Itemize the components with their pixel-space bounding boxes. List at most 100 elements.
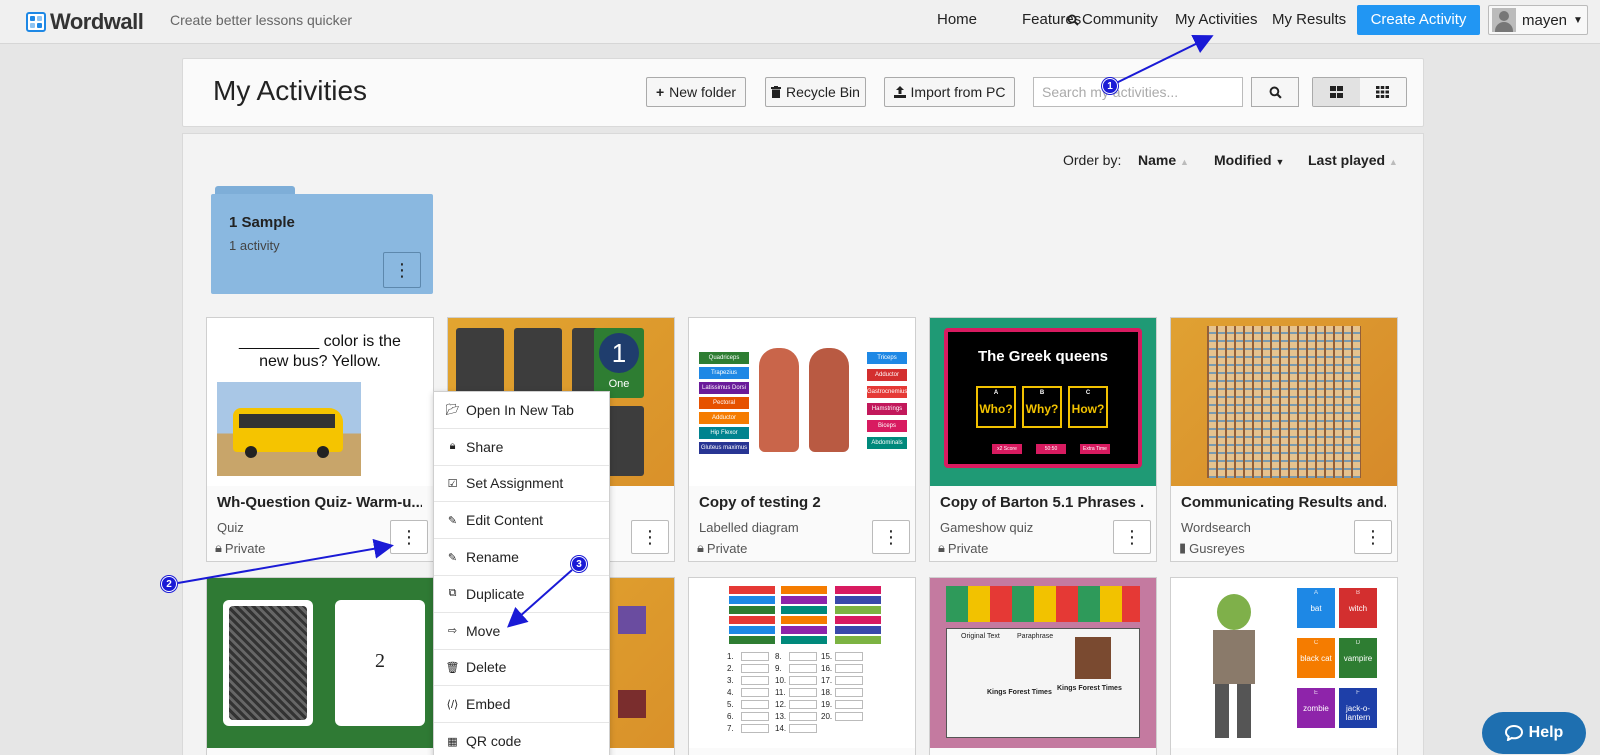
context-menu-label: Rename	[466, 549, 519, 566]
activity-card[interactable]: The Greek queens A Who? B Why? C How? x2 Scor…	[929, 317, 1157, 562]
context-menu-qr-code[interactable]: ▦ QR code	[434, 723, 609, 755]
worksheet-tile	[781, 606, 827, 614]
context-menu-set-assignment[interactable]: ☑ Set Assignment	[434, 466, 609, 503]
import-button[interactable]: Import from PC	[884, 77, 1015, 107]
answer-box	[789, 688, 817, 697]
context-menu-open-in-new-tab[interactable]: 📂︎ Open In New Tab	[434, 392, 609, 429]
nav-my-results[interactable]: My Results	[1272, 11, 1346, 28]
activity-title[interactable]: Copy of Barton 5.1 Phrases ...	[940, 494, 1145, 511]
diagram-label: Gastrocnemius	[867, 386, 907, 398]
answer-box	[789, 712, 817, 721]
large-grid-view-button[interactable]	[1313, 78, 1360, 106]
tile-word: bat	[1310, 604, 1322, 613]
activity-title[interactable]: Wh-Question Quiz- Warm-u...	[217, 494, 422, 511]
diagram-label: Trapezius	[699, 367, 749, 379]
worksheet-tile	[835, 596, 881, 604]
tile-letter: D	[1355, 640, 1361, 646]
small-grid-icon	[1376, 86, 1390, 98]
activity-title[interactable]: Communicating Results and...	[1181, 494, 1386, 511]
nav-community[interactable]: Community	[1067, 11, 1158, 28]
answer-box	[835, 700, 863, 709]
activity-card[interactable]: Original Text Paraphrase Kings Forest Ti…	[929, 577, 1157, 755]
code-icon: ⟨/⟩	[446, 698, 459, 711]
context-menu-embed[interactable]: ⟨/⟩ Embed	[434, 686, 609, 724]
qr-code-icon: ▦	[447, 735, 458, 748]
small-grid-view-button[interactable]	[1359, 78, 1406, 106]
activity-card[interactable]: _________ color is the new bus? Yellow. …	[206, 317, 434, 562]
context-menu-delete[interactable]: 🗑︎ Delete	[434, 650, 609, 687]
order-modified-label: Modified	[1214, 152, 1272, 168]
privacy-label: Private	[706, 540, 748, 556]
user-menu[interactable]: mayen ▼	[1488, 5, 1588, 35]
option-letter: B	[1039, 390, 1045, 396]
wordsearch-grid	[1207, 326, 1361, 478]
activity-menu-button[interactable]: ⋮	[390, 520, 428, 554]
activity-title[interactable]: Copy of testing 2	[699, 494, 904, 511]
activity-menu-button[interactable]: ⋮	[1113, 520, 1151, 554]
activity-type: Quiz	[217, 520, 244, 535]
wordwall-logo[interactable]: Wordwall	[26, 9, 144, 35]
worksheet-number: 15.	[821, 652, 833, 661]
new-folder-button[interactable]: + New folder	[646, 77, 746, 107]
order-by-modified[interactable]: Modified ▼	[1214, 152, 1284, 168]
card-back	[223, 600, 313, 726]
activity-menu-button[interactable]: ⋮	[872, 520, 910, 554]
diagram-label: Quadriceps	[699, 352, 749, 364]
worksheet-number: 9.	[775, 664, 782, 673]
nav-home[interactable]: Home	[937, 11, 977, 28]
activity-thumbnail	[1171, 318, 1397, 486]
activity-card[interactable]: Abat Bwitch Cblack cat Dvampire Ezombie Fjack…	[1170, 577, 1398, 755]
match-tile: Ezombie	[1297, 688, 1335, 728]
context-menu-edit-content[interactable]: ✎ Edit Content	[434, 502, 609, 540]
folder-menu-button[interactable]: ⋮	[383, 252, 421, 288]
lock-icon: 🔒︎	[449, 440, 456, 453]
context-menu-share[interactable]: 🔒︎ Share	[434, 429, 609, 466]
folder-open-icon: 📂︎	[445, 404, 460, 417]
recycle-bin-button[interactable]: Recycle Bin	[765, 77, 866, 107]
worksheet-number: 3.	[727, 676, 734, 685]
help-button[interactable]: Help	[1482, 712, 1586, 754]
context-menu-label: QR code	[466, 733, 522, 750]
activity-thumbnail: The Greek queens A Who? B Why? C How? x2 Scor…	[930, 318, 1156, 486]
brand-name: Wordwall	[50, 9, 144, 34]
order-by-last-played[interactable]: Last played ▲	[1308, 152, 1398, 168]
activity-card[interactable]: Communicating Results and... Wordsearch …	[1170, 317, 1398, 562]
activity-card[interactable]: Quadriceps Trapezius Latissimus Dorsi Pecto…	[688, 317, 916, 562]
context-menu-move[interactable]: ⇨ Move	[434, 613, 609, 650]
activity-card[interactable]: 1. 2. 3. 4. 5. 6. 7. 8. 9. 10. 11. 12. 13. 14. 15. 16. 1…	[688, 577, 916, 755]
diagram-label: Gluteus maximus	[699, 442, 749, 454]
gameshow-lifeline: Extra Time	[1080, 444, 1110, 454]
more-vertical-icon: ⋮	[882, 526, 900, 547]
worksheet-number: 1.	[727, 652, 734, 661]
context-menu: 📂︎ Open In New Tab 🔒︎ Share ☑ Set Assignment ✎…	[433, 391, 610, 755]
activity-menu-button[interactable]: ⋮	[1354, 520, 1392, 554]
answer-box	[789, 700, 817, 709]
answer-box	[835, 688, 863, 697]
import-label: Import from PC	[910, 84, 1006, 100]
activity-menu-button[interactable]: ⋮	[631, 520, 669, 554]
order-by-label: Order by:	[1063, 152, 1122, 168]
answer-box	[789, 652, 817, 661]
search-input[interactable]	[1033, 77, 1243, 107]
tile-word: black cat	[1300, 654, 1332, 663]
worksheet-tile	[835, 636, 881, 644]
order-by-name[interactable]: Name ▲	[1138, 152, 1189, 168]
worksheet-tile	[729, 636, 775, 644]
context-menu-duplicate[interactable]: ⧉ Duplicate	[434, 576, 609, 613]
worksheet-tile	[781, 626, 827, 634]
create-activity-button[interactable]: Create Activity	[1357, 5, 1480, 35]
answer-box	[741, 688, 769, 697]
page-title: My Activities	[213, 75, 368, 106]
answer-box	[835, 676, 863, 685]
gameshow-lifeline: 50:50	[1036, 444, 1066, 454]
activity-type: Gameshow quiz	[940, 520, 1034, 535]
number-tile: 1 One	[594, 328, 644, 398]
activity-card[interactable]: 2	[206, 577, 434, 755]
activity-thumbnail: 2	[207, 578, 433, 748]
worksheet-number: 10.	[775, 676, 787, 685]
search-button[interactable]	[1251, 77, 1299, 107]
folder-card[interactable]: 1 Sample 1 activity ⋮	[211, 186, 433, 294]
context-menu-label: Delete	[466, 659, 507, 676]
activities-header: My Activities + New folder Recycle Bin I…	[182, 58, 1424, 127]
nav-my-activities[interactable]: My Activities	[1175, 11, 1258, 28]
